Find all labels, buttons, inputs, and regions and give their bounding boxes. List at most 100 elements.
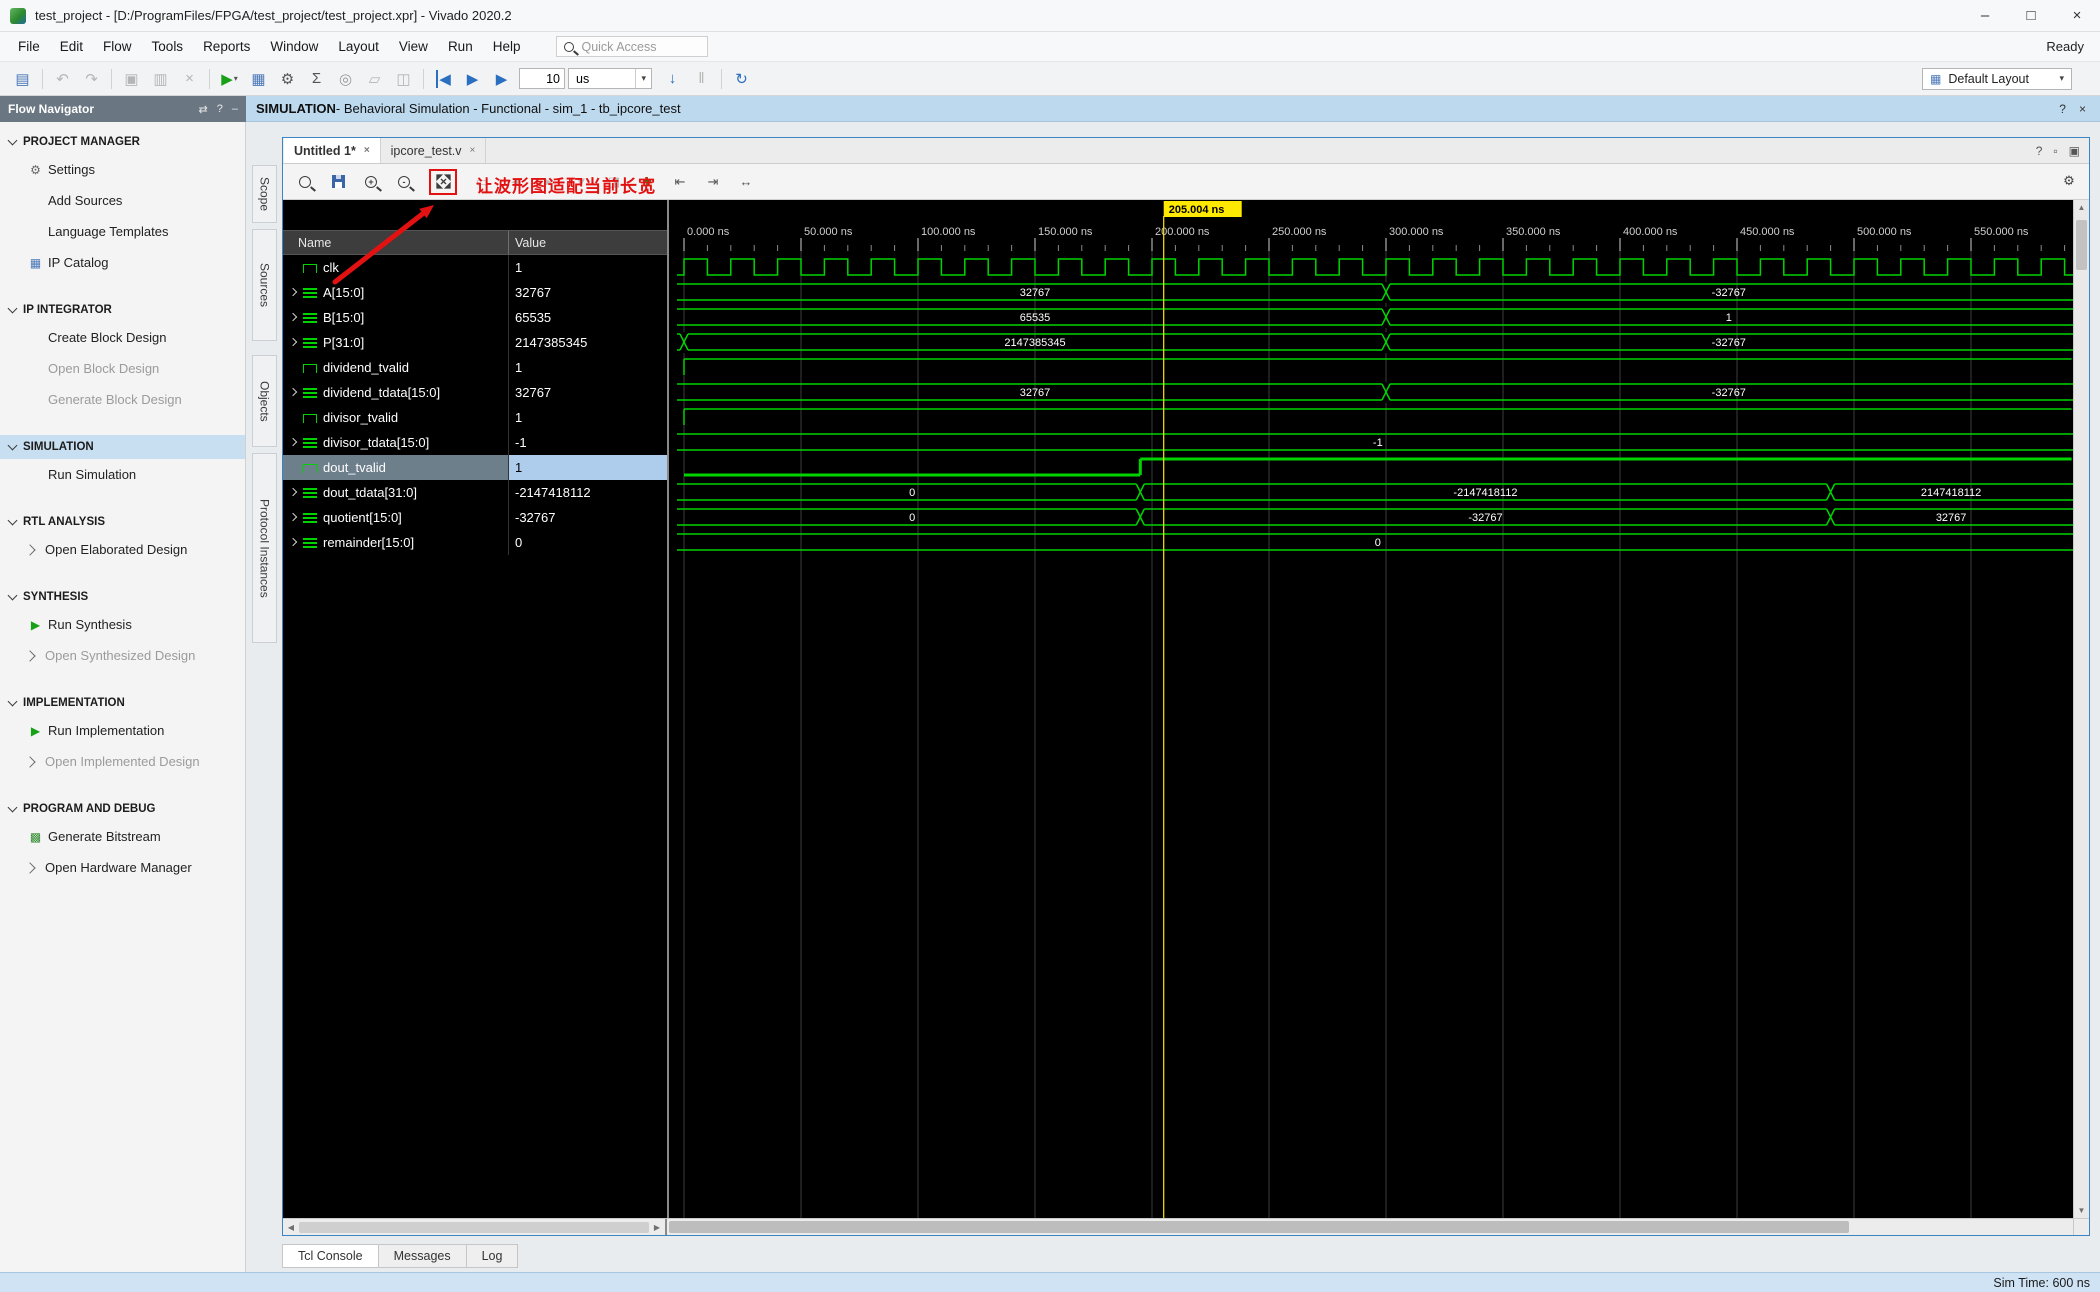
menu-layout[interactable]: Layout [328, 32, 389, 61]
bottom-tab-log[interactable]: Log [466, 1244, 519, 1268]
expand-arrow-icon[interactable] [289, 288, 299, 298]
expand-arrow-icon[interactable] [289, 538, 299, 548]
signal-row-dout-tdata-31-0[interactable]: dout_tdata[31:0] -2147418112 [283, 480, 667, 505]
layout-selector[interactable]: ▦ Default Layout ▾ [1922, 67, 2072, 90]
vertical-scroll-thumb[interactable] [2076, 220, 2087, 270]
close-icon[interactable]: × [2054, 0, 2100, 31]
scroll-up-icon[interactable]: ▲ [2074, 203, 2089, 212]
side-tab-scope[interactable]: Scope [252, 165, 277, 223]
expand-arrow-icon[interactable] [289, 413, 299, 423]
bottom-tab-messages[interactable]: Messages [378, 1244, 467, 1268]
nav-section-program-and-debug[interactable]: PROGRAM AND DEBUG [0, 797, 245, 821]
nav-item-open-elaborated-design[interactable]: Open Elaborated Design [0, 534, 245, 565]
wave-settings-gear-icon[interactable]: ⚙ [2059, 172, 2079, 192]
waveform-canvas[interactable]: 0.000 ns 50.000 ns 100.000 ns 150.000 ns 200… [669, 200, 2073, 1220]
expand-arrow-icon[interactable] [289, 263, 299, 273]
signal-row-a-15-0[interactable]: A[15:0] 32767 [283, 280, 667, 305]
delete-icon[interactable]: ×▾ [175, 66, 204, 92]
scroll-left-icon[interactable]: ◀ [285, 1223, 297, 1232]
signal-row-divisor-tvalid[interactable]: divisor_tvalid 1 [283, 405, 667, 430]
signal-row-dividend-tvalid[interactable]: dividend_tvalid 1 [283, 355, 667, 380]
maximize-window-icon[interactable]: ▣ [2069, 144, 2080, 158]
expand-arrow-icon[interactable] [289, 463, 299, 473]
signal-row-divisor-tdata-15-0[interactable]: divisor_tdata[15:0] -1 [283, 430, 667, 455]
nav-item-run-implementation[interactable]: ▶ Run Implementation [0, 715, 245, 746]
go-to-time-zero-icon[interactable]: ⇤ [670, 172, 690, 192]
tab-close-icon[interactable]: × [470, 145, 476, 156]
vertical-scrollbar[interactable]: ▲ ▼ [2073, 200, 2089, 1218]
panel-toggle-icon[interactable]: ⇄ [199, 103, 208, 116]
time-unit-select[interactable]: us ▾ [568, 68, 652, 89]
signal-name-cell[interactable]: P[31:0] [283, 330, 509, 355]
relaunch-icon[interactable]: ↻▾ [727, 66, 756, 92]
wave-scrollbar[interactable] [667, 1219, 2073, 1235]
copy-icon[interactable]: ▣▾ [117, 66, 146, 92]
side-tab-sources[interactable]: Sources [252, 229, 277, 341]
quick-access-search[interactable]: Quick Access [556, 36, 709, 57]
scroll-down-icon[interactable]: ▼ [2074, 1206, 2089, 1215]
signal-row-clk[interactable]: clk 1 [283, 255, 667, 280]
nav-item-create-block-design[interactable]: Create Block Design [0, 322, 245, 353]
expand-arrow-icon[interactable] [289, 338, 299, 348]
expand-arrow-icon[interactable] [289, 388, 299, 398]
signal-name-cell[interactable]: dout_tdata[31:0] [283, 480, 509, 505]
menu-file[interactable]: File [8, 32, 50, 61]
nav-item-add-sources[interactable]: Add Sources [0, 185, 245, 216]
signal-row-remainder-15-0[interactable]: remainder[15:0] 0 [283, 530, 667, 555]
nav-section-simulation[interactable]: SIMULATION [0, 435, 245, 459]
expand-arrow-icon[interactable] [289, 488, 299, 498]
signal-name-cell[interactable]: divisor_tdata[15:0] [283, 430, 509, 455]
report-sigma-icon[interactable]: Σ▾ [302, 66, 331, 92]
save-waveform-icon[interactable] [328, 172, 348, 192]
nav-item-open-implemented-design[interactable]: Open Implemented Design [0, 746, 245, 777]
sim-runtime-input[interactable] [519, 68, 565, 89]
signal-row-dividend-tdata-15-0[interactable]: dividend_tdata[15:0] 32767 [283, 380, 667, 405]
nav-item-run-synthesis[interactable]: ▶ Run Synthesis [0, 609, 245, 640]
signal-name-cell[interactable]: dividend_tdata[15:0] [283, 380, 509, 405]
menu-run[interactable]: Run [438, 32, 483, 61]
nav-section-ip-integrator[interactable]: IP INTEGRATOR [0, 298, 245, 322]
nav-item-ip-catalog[interactable]: ▦ IP Catalog [0, 247, 245, 278]
restart-sim-icon[interactable]: ◀▾ [429, 66, 458, 92]
menu-window[interactable]: Window [260, 32, 328, 61]
signal-name-cell[interactable]: B[15:0] [283, 305, 509, 330]
undo-icon[interactable]: ↶▾ [48, 66, 77, 92]
step-icon[interactable]: ↓▾ [658, 66, 687, 92]
signal-row-dout-tvalid[interactable]: dout_tvalid 1 [283, 455, 667, 480]
nav-section-rtl-analysis[interactable]: RTL ANALYSIS [0, 510, 245, 534]
nav-section-project-manager[interactable]: PROJECT MANAGER [0, 130, 245, 154]
find-icon[interactable] [295, 172, 315, 192]
nav-item-run-simulation[interactable]: Run Simulation [0, 459, 245, 490]
panel-minimize-icon[interactable]: – [232, 103, 238, 116]
menu-flow[interactable]: Flow [93, 32, 142, 61]
value-column-header[interactable]: Value [509, 236, 667, 250]
settings-gear-icon[interactable]: ⚙▾ [273, 66, 302, 92]
zoom-in-icon[interactable]: + [361, 172, 381, 192]
side-tab-protocol-instances[interactable]: Protocol Instances [252, 453, 277, 643]
expand-arrow-icon[interactable] [289, 438, 299, 448]
open-recent-icon[interactable]: ▤▾ [8, 66, 37, 92]
tab-help-icon[interactable]: ? [2036, 144, 2043, 158]
maximize-icon[interactable]: □ [2008, 0, 2054, 31]
banner-close-icon[interactable]: × [2079, 102, 2086, 116]
wave-scroll-thumb[interactable] [669, 1221, 1849, 1233]
side-tab-objects[interactable]: Objects [252, 355, 277, 447]
zoom-out-icon[interactable]: - [394, 172, 414, 192]
menu-view[interactable]: View [389, 32, 438, 61]
minimize-icon[interactable]: – [1962, 0, 2008, 31]
menu-help[interactable]: Help [483, 32, 531, 61]
run-for-time-icon[interactable]: ▶▾ [487, 66, 516, 92]
zoom-fit-icon[interactable] [433, 172, 453, 192]
nav-section-implementation[interactable]: IMPLEMENTATION [0, 691, 245, 715]
signal-name-cell[interactable]: dout_tvalid [283, 455, 509, 480]
paste-icon[interactable]: ▥▾ [146, 66, 175, 92]
banner-help-icon[interactable]: ? [2059, 102, 2066, 116]
nav-item-settings[interactable]: ⚙ Settings [0, 154, 245, 185]
edit-marker-icon[interactable]: ▱▾ [360, 66, 389, 92]
menu-tools[interactable]: Tools [142, 32, 194, 61]
nav-section-synthesis[interactable]: SYNTHESIS [0, 585, 245, 609]
expand-arrow-icon[interactable] [289, 363, 299, 373]
flow-dashboard-icon[interactable]: ▦▾ [244, 66, 273, 92]
name-panel-scrollbar[interactable]: ◀ ▶ [283, 1219, 667, 1235]
name-column-header[interactable]: Name [283, 231, 509, 254]
